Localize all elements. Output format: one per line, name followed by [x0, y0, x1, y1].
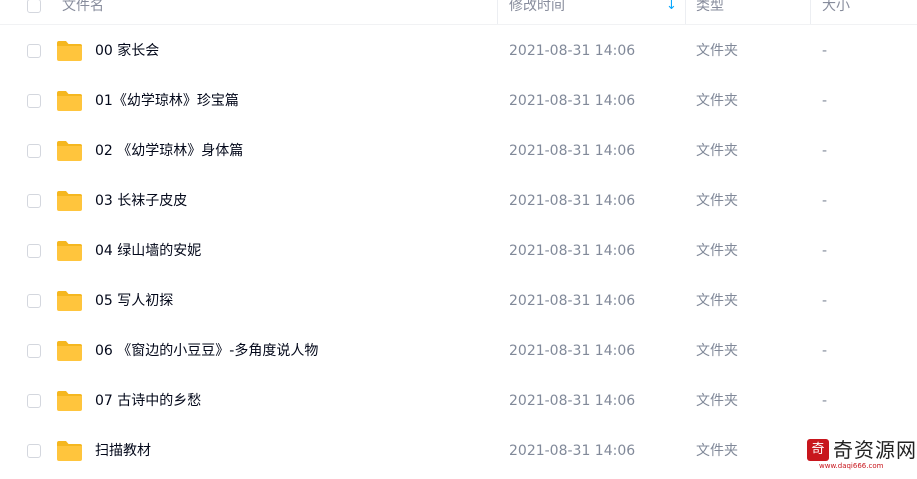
file-row[interactable]: 03 长袜子皮皮 2021-08-31 14:06 文件夹 -	[0, 176, 917, 226]
row-checkbox[interactable]	[27, 394, 41, 408]
file-row[interactable]: 00 家长会 2021-08-31 14:06 文件夹 -	[0, 26, 917, 76]
row-checkbox[interactable]	[27, 194, 41, 208]
file-row[interactable]: 02 《幼学琼林》身体篇 2021-08-31 14:06 文件夹 -	[0, 126, 917, 176]
file-size: -	[822, 193, 828, 209]
column-divider[interactable]	[497, 0, 498, 24]
modified-time: 2021-08-31 14:06	[509, 143, 636, 159]
file-row[interactable]: 扫描教材 2021-08-31 14:06 文件夹	[0, 426, 917, 476]
file-size: -	[822, 243, 828, 259]
modified-time: 2021-08-31 14:06	[509, 443, 636, 459]
file-name[interactable]: 00 家长会	[95, 26, 159, 76]
column-header-type[interactable]: 类型	[696, 0, 796, 24]
watermark-text: 奇资源网	[833, 438, 917, 462]
modified-time: 2021-08-31 14:06	[509, 343, 636, 359]
file-size: -	[822, 393, 828, 409]
file-type: 文件夹	[696, 443, 738, 459]
folder-icon	[57, 191, 82, 211]
file-type: 文件夹	[696, 393, 738, 409]
file-type: 文件夹	[696, 243, 738, 259]
watermark-logo: 奇 奇资源网 www.daqi666.com	[803, 437, 916, 473]
folder-icon	[57, 441, 82, 461]
column-divider[interactable]	[685, 0, 686, 24]
folder-icon	[57, 41, 82, 61]
watermark-url: www.daqi666.com	[819, 462, 884, 470]
column-header-size[interactable]: 大小	[822, 0, 912, 24]
column-header-name[interactable]: 文件名	[62, 0, 482, 24]
row-checkbox[interactable]	[27, 244, 41, 258]
modified-time: 2021-08-31 14:06	[509, 193, 636, 209]
row-checkbox[interactable]	[27, 294, 41, 308]
file-size: -	[822, 293, 828, 309]
modified-time: 2021-08-31 14:06	[509, 43, 636, 59]
modified-time: 2021-08-31 14:06	[509, 93, 636, 109]
file-type: 文件夹	[696, 143, 738, 159]
file-size: -	[822, 343, 828, 359]
file-name[interactable]: 扫描教材	[95, 426, 151, 476]
file-size: -	[822, 93, 828, 109]
row-checkbox[interactable]	[27, 94, 41, 108]
file-name[interactable]: 01《幼学琼林》珍宝篇	[95, 76, 239, 126]
folder-icon	[57, 241, 82, 261]
select-all-checkbox[interactable]	[27, 0, 41, 13]
file-size: -	[822, 143, 828, 159]
file-name[interactable]: 02 《幼学琼林》身体篇	[95, 126, 243, 176]
folder-icon	[57, 341, 82, 361]
file-name[interactable]: 05 写人初探	[95, 276, 173, 326]
file-list-page: 文件名 修改时间 ↓ 类型 大小 00 家长会 2021-08-31 14:06 文…	[0, 0, 917, 479]
row-checkbox[interactable]	[27, 44, 41, 58]
file-name[interactable]: 07 古诗中的乡愁	[95, 376, 201, 426]
file-row[interactable]: 01《幼学琼林》珍宝篇 2021-08-31 14:06 文件夹 -	[0, 76, 917, 126]
column-divider[interactable]	[810, 0, 811, 24]
folder-icon	[57, 141, 82, 161]
file-row[interactable]: 07 古诗中的乡愁 2021-08-31 14:06 文件夹 -	[0, 376, 917, 426]
file-type: 文件夹	[696, 93, 738, 109]
file-row[interactable]: 06 《窗边的小豆豆》-多角度说人物 2021-08-31 14:06 文件夹 -	[0, 326, 917, 376]
file-name[interactable]: 03 长袜子皮皮	[95, 176, 187, 226]
row-checkbox[interactable]	[27, 444, 41, 458]
column-header-modified-time[interactable]: 修改时间	[509, 0, 679, 24]
row-checkbox[interactable]	[27, 344, 41, 358]
modified-time: 2021-08-31 14:06	[509, 243, 636, 259]
file-name[interactable]: 04 绿山墙的安妮	[95, 226, 201, 276]
file-name[interactable]: 06 《窗边的小豆豆》-多角度说人物	[95, 326, 318, 376]
folder-icon	[57, 91, 82, 111]
file-row[interactable]: 04 绿山墙的安妮 2021-08-31 14:06 文件夹 -	[0, 226, 917, 276]
watermark-seal-icon: 奇	[807, 439, 829, 461]
file-type: 文件夹	[696, 43, 738, 59]
file-type: 文件夹	[696, 193, 738, 209]
file-size: -	[822, 43, 828, 59]
folder-icon	[57, 291, 82, 311]
sort-descending-icon[interactable]: ↓	[666, 0, 677, 24]
modified-time: 2021-08-31 14:06	[509, 293, 636, 309]
folder-icon	[57, 391, 82, 411]
file-type: 文件夹	[696, 343, 738, 359]
file-row[interactable]: 05 写人初探 2021-08-31 14:06 文件夹 -	[0, 276, 917, 326]
row-checkbox[interactable]	[27, 144, 41, 158]
file-list-header: 文件名 修改时间 ↓ 类型 大小	[0, 0, 917, 25]
modified-time: 2021-08-31 14:06	[509, 393, 636, 409]
file-type: 文件夹	[696, 293, 738, 309]
